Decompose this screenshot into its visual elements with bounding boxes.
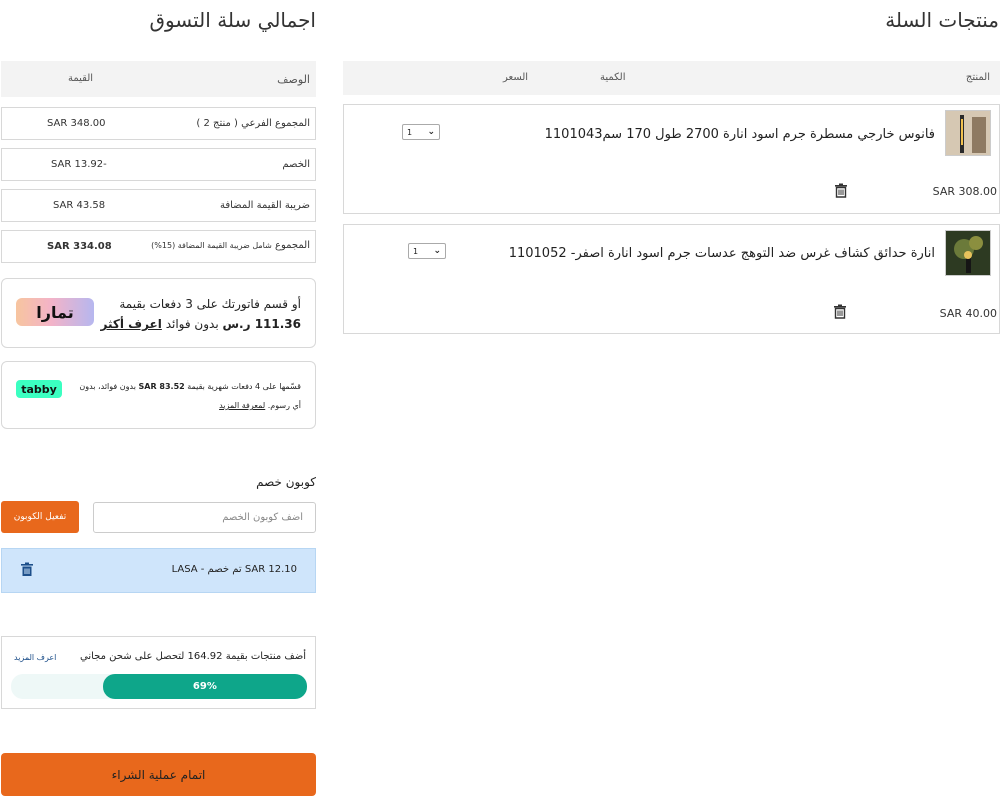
free-shipping-text: أضف منتجات بقيمة 164.92 لتحصل على شحن مج… (80, 651, 306, 662)
total-label-text: المجموع (275, 240, 310, 251)
coupon-label: كوبون خصم (256, 475, 316, 489)
trash-icon[interactable] (833, 304, 847, 319)
product-price: SAR 40.00 (939, 307, 997, 320)
cart-title: منتجات السلة (885, 8, 999, 32)
shipping-progress-track: 69% (11, 674, 307, 699)
summary-title: اجمالي سلة التسوق (149, 8, 316, 32)
product-name[interactable]: فانوس خارجي مسطرة جرم اسود انارة 2700 طو… (545, 127, 935, 142)
tamara-promo: تمارا أو قسم فاتورتك على 3 دفعات بقيمة 1… (1, 278, 316, 348)
free-shipping-box: أضف منتجات بقيمة 164.92 لتحصل على شحن مج… (1, 636, 316, 709)
vat-row: ضريبة القيمة المضافة SAR 43.58 (1, 189, 316, 222)
tamara-logo: تمارا (16, 298, 94, 326)
chevron-down-icon: ⌄ (433, 246, 441, 256)
tabby-text-b: بدون فوائد، بدون (79, 382, 136, 391)
tabby-text-a: قسّمها على 4 دفعات شهرية بقيمة (187, 382, 301, 391)
subtotal-label: المجموع الفرعي ( منتج 2 ) (196, 118, 310, 129)
cart-item: فانوس خارجي مسطرة جرم اسود انارة 2700 طو… (343, 104, 1000, 214)
subtotal-value: SAR 348.00 (47, 118, 106, 129)
tabby-amount: SAR 83.52 (138, 382, 185, 391)
product-name[interactable]: انارة حدائق كشاف غرس ضد التوهج عدسات جرم… (509, 246, 935, 261)
subtotal-row: المجموع الفرعي ( منتج 2 ) SAR 348.00 (1, 107, 316, 140)
summary-table-header: الوصف القيمة (1, 61, 316, 97)
cart-item: انارة حدائق كشاف غرس ضد التوهج عدسات جرم… (343, 224, 1000, 334)
tabby-promo: tabby قسّمها على 4 دفعات شهرية بقيمة SAR… (1, 361, 316, 429)
quantity-value: 1 (413, 246, 419, 256)
tabby-text-c: أي رسوم. (267, 401, 301, 410)
header-quantity: الكمية (600, 72, 626, 83)
product-price: SAR 308.00 (932, 185, 997, 198)
cart-table-header: المنتج الكمية السعر (343, 61, 1000, 95)
tamara-amount: 111.36 ر.س (222, 317, 301, 331)
total-row: المجموع شامل ضريبة القيمة المضافة (15%) … (1, 230, 316, 263)
header-price: السعر (503, 72, 529, 83)
discount-row: الخصم SAR 13.92- (1, 148, 316, 181)
trash-icon[interactable] (834, 183, 848, 198)
shipping-progress-label: 69% (192, 681, 217, 692)
header-product: المنتج (965, 72, 990, 83)
chevron-down-icon: ⌄ (427, 127, 435, 137)
applied-coupon: LASA - تم خصم SAR 12.10 (1, 548, 316, 593)
tamara-text: أو قسم فاتورتك على 3 دفعات بقيمة 111.36 … (101, 294, 302, 334)
tamara-line2: بدون فوائد (165, 317, 219, 331)
apply-coupon-button[interactable]: تفعيل الكوبون (1, 501, 79, 533)
tabby-text: قسّمها على 4 دفعات شهرية بقيمة SAR 83.52… (79, 377, 301, 415)
coupon-input[interactable] (93, 502, 316, 533)
total-label: المجموع شامل ضريبة القيمة المضافة (15%) (151, 240, 310, 251)
quantity-value: 1 (407, 127, 413, 137)
quantity-select[interactable]: 1 ⌄ (408, 243, 446, 259)
header-description: الوصف (277, 73, 310, 86)
product-image[interactable] (945, 230, 991, 276)
applied-coupon-text: LASA - تم خصم SAR 12.10 (171, 564, 297, 575)
shipping-learn-more-link[interactable]: اعرف المزيد (14, 653, 56, 662)
tabby-logo: tabby (16, 380, 62, 398)
header-value: القيمة (68, 73, 94, 84)
discount-label: الخصم (282, 159, 310, 170)
vat-value: SAR 43.58 (53, 200, 106, 211)
shipping-progress-fill: 69% (102, 674, 307, 699)
trash-icon[interactable] (20, 562, 34, 577)
tabby-learn-more-link[interactable]: لمعرفة المزيد (219, 401, 265, 410)
checkout-button[interactable]: اتمام عملية الشراء (1, 753, 316, 796)
tamara-line1: أو قسم فاتورتك على 3 دفعات بقيمة (119, 297, 301, 311)
product-image[interactable] (945, 110, 991, 156)
discount-value: SAR 13.92- (51, 159, 107, 170)
tamara-learn-more-link[interactable]: اعرف أكثر (101, 317, 162, 331)
total-value: SAR 334.08 (47, 241, 112, 252)
total-vat-note: شامل ضريبة القيمة المضافة (15%) (151, 241, 272, 250)
quantity-select[interactable]: 1 ⌄ (402, 124, 440, 140)
vat-label: ضريبة القيمة المضافة (219, 200, 310, 211)
